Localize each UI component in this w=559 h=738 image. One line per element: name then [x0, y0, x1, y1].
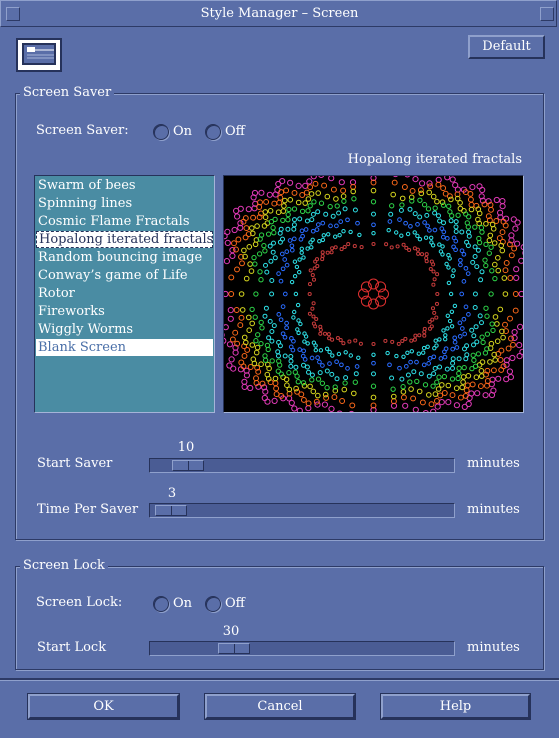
list-item[interactable]: Fireworks — [36, 303, 213, 320]
window-title: Style Manager – Screen — [200, 6, 359, 21]
saver-off-radio[interactable] — [205, 124, 221, 140]
preview-title: Hopalong iterated fractals — [347, 152, 522, 167]
list-item[interactable]: Spinning lines — [36, 195, 213, 212]
time-per-saver-label: Time Per Saver — [37, 502, 139, 517]
start-saver-thumb[interactable] — [171, 460, 204, 471]
list-item[interactable]: Blank Screen — [36, 339, 213, 356]
time-per-saver-unit: minutes — [467, 502, 520, 517]
thumb-grip — [187, 461, 189, 470]
start-saver-value: 10 — [177, 440, 195, 455]
saver-preview — [223, 175, 524, 413]
screen-lock-group-label: Screen Lock — [20, 558, 108, 573]
list-item[interactable]: Wiggly Worms — [36, 321, 213, 338]
lock-off-radio[interactable] — [205, 596, 221, 612]
thumb-grip — [171, 506, 173, 515]
screen-saver-group-label: Screen Saver — [20, 85, 115, 100]
screen-saver-toggle-label: Screen Saver: — [36, 123, 129, 138]
default-button[interactable]: Default — [468, 35, 545, 59]
start-lock-unit: minutes — [467, 640, 520, 655]
thumb-grip — [234, 644, 235, 653]
list-item[interactable]: Random bouncing image — [36, 249, 213, 266]
list-item[interactable]: Swarm of bees — [36, 177, 213, 194]
list-item[interactable]: Cosmic Flame Fractals — [36, 213, 213, 230]
ok-button[interactable]: OK — [28, 694, 179, 719]
list-item[interactable]: Rotor — [36, 285, 213, 302]
help-button[interactable]: Help — [381, 694, 530, 719]
start-saver-unit: minutes — [467, 456, 520, 471]
saver-on-radio[interactable] — [153, 124, 169, 140]
start-saver-slider[interactable] — [149, 458, 455, 473]
lock-off-label[interactable]: Off — [225, 596, 245, 611]
ok-button-frame: OK — [27, 693, 180, 720]
time-per-saver-thumb[interactable] — [155, 505, 188, 516]
help-button-frame: Help — [380, 693, 531, 720]
time-per-saver-slider[interactable] — [149, 503, 455, 518]
preview-pattern — [224, 176, 523, 412]
footer-separator — [0, 678, 559, 681]
cancel-button[interactable]: Cancel — [205, 694, 355, 719]
lock-on-label[interactable]: On — [173, 596, 192, 611]
screen-lock-toggle-label: Screen Lock: — [36, 595, 123, 610]
start-lock-label: Start Lock — [37, 640, 107, 655]
screen-monitor-icon — [16, 38, 62, 72]
saver-off-label[interactable]: Off — [225, 124, 245, 139]
lock-on-radio[interactable] — [153, 596, 169, 612]
saver-on-label[interactable]: On — [173, 124, 192, 139]
start-saver-label: Start Saver — [37, 456, 113, 471]
list-item[interactable]: Conway’s game of Life — [36, 267, 213, 284]
start-lock-thumb[interactable] — [218, 643, 250, 654]
time-per-saver-value: 3 — [167, 486, 177, 501]
start-lock-value: 30 — [222, 624, 240, 639]
cancel-button-frame: Cancel — [204, 693, 356, 720]
start-lock-slider[interactable] — [149, 641, 455, 656]
list-item[interactable]: Hopalong iterated fractals — [36, 231, 213, 248]
saver-list[interactable]: Swarm of bees Spinning lines Cosmic Flame … — [34, 175, 215, 413]
